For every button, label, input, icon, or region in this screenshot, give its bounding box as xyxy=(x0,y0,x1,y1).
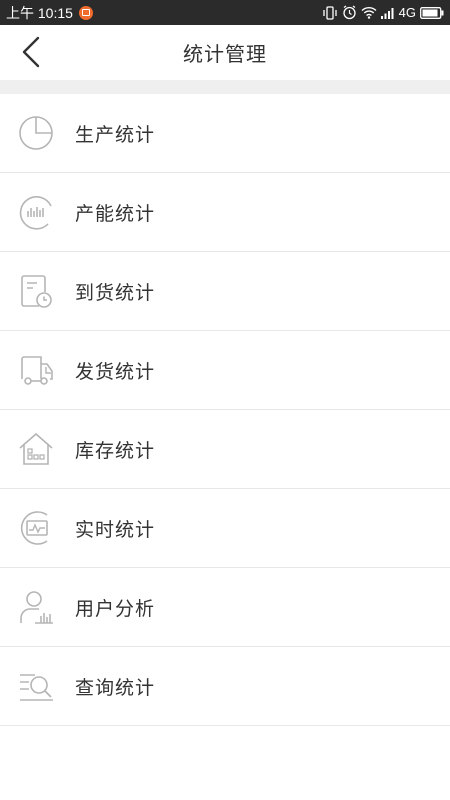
app-notification-icon xyxy=(78,5,93,20)
back-button[interactable] xyxy=(14,35,48,69)
chevron-left-icon xyxy=(22,36,40,68)
pie-chart-icon xyxy=(17,114,55,152)
menu-item-label: 用户分析 xyxy=(75,597,156,620)
signal-icon xyxy=(380,7,395,19)
menu-item-label: 库存统计 xyxy=(75,439,156,462)
arrival-doc-clock-icon xyxy=(17,272,55,310)
battery-icon xyxy=(420,6,444,19)
delivery-truck-icon xyxy=(17,351,55,389)
menu-item-capacity[interactable]: 产能统计 xyxy=(0,173,450,252)
menu-item-inventory[interactable]: 库存统计 xyxy=(0,410,450,489)
section-divider xyxy=(0,80,450,94)
capacity-gauge-icon xyxy=(17,193,55,231)
status-time: 上午 10:15 xyxy=(6,4,73,21)
alarm-icon xyxy=(342,5,357,20)
menu-item-label: 发货统计 xyxy=(75,360,156,383)
menu-item-user-analysis[interactable]: 用户分析 xyxy=(0,568,450,647)
menu-item-arrival[interactable]: 到货统计 xyxy=(0,252,450,331)
menu-item-realtime[interactable]: 实时统计 xyxy=(0,489,450,568)
menu-item-label: 查询统计 xyxy=(75,676,156,699)
realtime-monitor-icon xyxy=(17,509,55,547)
menu-item-label: 产能统计 xyxy=(75,202,156,225)
warehouse-icon xyxy=(17,430,55,468)
statistics-menu: 生产统计 产能统计 到货统计 发货统计 库存统计 实时统计 用户分析 查询统计 xyxy=(0,94,450,726)
page-title: 统计管理 xyxy=(183,42,267,66)
vibrate-icon xyxy=(322,5,338,20)
title-bar: 统计管理 xyxy=(0,25,450,80)
menu-item-production[interactable]: 生产统计 xyxy=(0,94,450,173)
wifi-icon xyxy=(361,6,377,19)
menu-item-label: 到货统计 xyxy=(75,281,156,304)
status-bar: 上午 10:15 4G xyxy=(0,0,450,25)
user-analysis-icon xyxy=(17,588,55,626)
network-type: 4G xyxy=(398,5,416,20)
menu-item-label: 实时统计 xyxy=(75,518,156,541)
menu-item-label: 生产统计 xyxy=(75,123,156,146)
search-list-icon xyxy=(17,667,55,705)
menu-item-query[interactable]: 查询统计 xyxy=(0,647,450,726)
menu-item-shipment[interactable]: 发货统计 xyxy=(0,331,450,410)
